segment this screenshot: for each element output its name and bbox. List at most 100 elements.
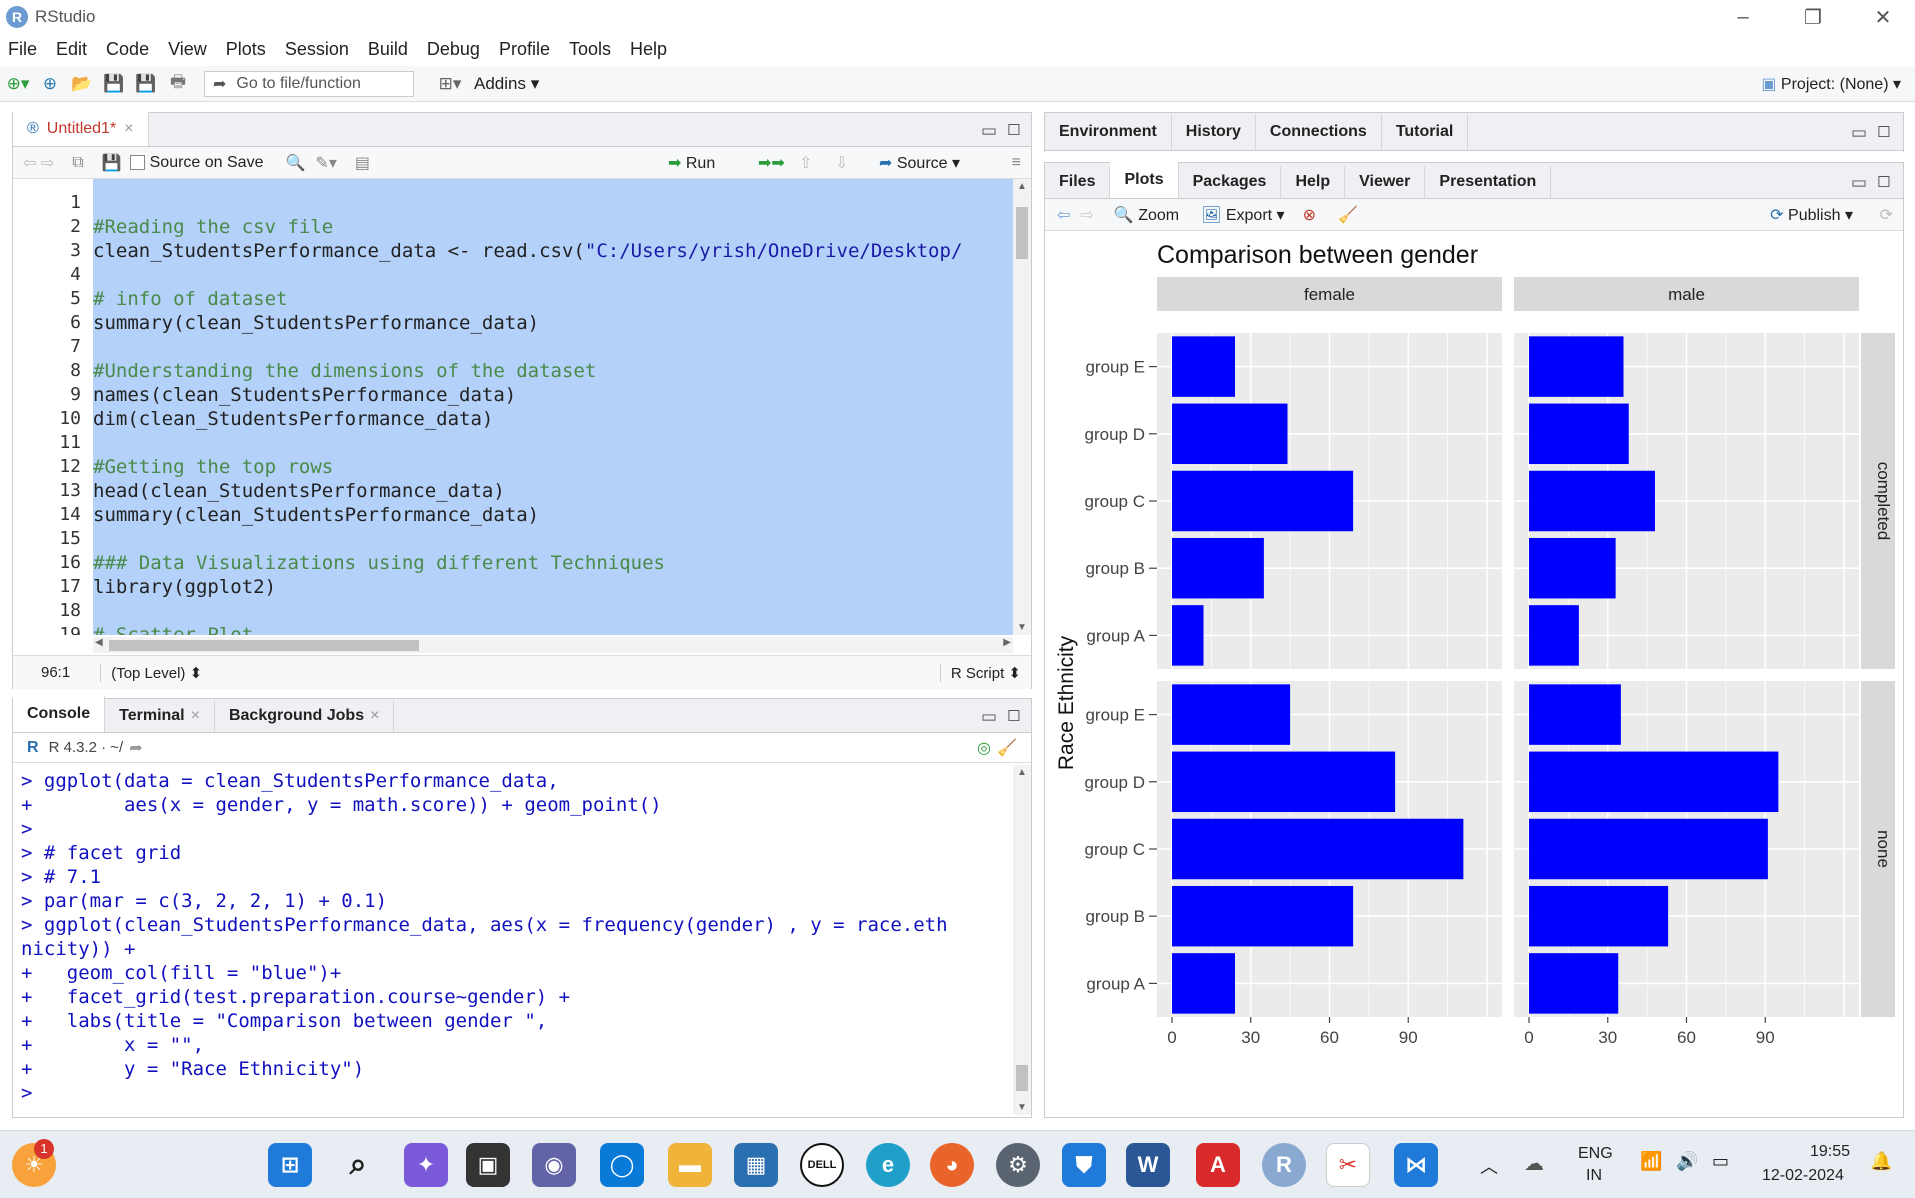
menu-file[interactable]: File — [8, 39, 37, 60]
addins-menu[interactable]: Addins ▾ — [474, 74, 539, 94]
menu-edit[interactable]: Edit — [56, 39, 87, 60]
menu-code[interactable]: Code — [106, 39, 149, 60]
menu-view[interactable]: View — [168, 39, 207, 60]
start-icon[interactable]: ⊞ — [268, 1143, 312, 1187]
new-project-icon[interactable]: ⊕ — [36, 71, 64, 97]
code-tools-icon[interactable]: ✎▾ — [315, 153, 336, 173]
tab-environment[interactable]: Environment — [1045, 114, 1172, 150]
menu-plots[interactable]: Plots — [226, 39, 266, 60]
copilot-icon[interactable]: ✦ — [404, 1143, 448, 1187]
clear-console-icon[interactable]: 🧹 — [997, 738, 1017, 758]
firefox-icon[interactable]: ◕ — [930, 1143, 974, 1187]
run-button[interactable]: ➡ Run — [668, 153, 715, 173]
tab-terminal[interactable]: Terminal × — [105, 700, 215, 732]
tab-packages[interactable]: Packages — [1179, 166, 1282, 198]
dell-icon[interactable]: DELL — [800, 1143, 844, 1187]
tab-plots[interactable]: Plots — [1110, 162, 1179, 198]
clock-date[interactable]: 12-02-2024 — [1762, 1167, 1844, 1185]
back-icon[interactable]: ⇦ ⇨ — [23, 153, 54, 173]
save-file-icon[interactable]: 💾 — [102, 153, 122, 173]
project-menu[interactable]: ▣ Project: (None) ▾ — [1761, 74, 1901, 94]
language-indicator[interactable]: ENG — [1578, 1145, 1613, 1163]
close-tab-icon[interactable]: × — [124, 120, 133, 138]
settings-icon[interactable]: ⚙ — [996, 1143, 1040, 1187]
file-explorer-icon[interactable]: ▬ — [668, 1143, 712, 1187]
tab-files[interactable]: Files — [1045, 166, 1111, 198]
export-button[interactable]: 🖼 Export ▾ — [1201, 205, 1285, 225]
tab-connections[interactable]: Connections — [1256, 114, 1382, 150]
outline-icon[interactable]: ≡ — [1012, 154, 1021, 172]
onedrive-icon[interactable]: ☁ — [1524, 1151, 1544, 1176]
rerun-icon[interactable]: ➡➡ — [758, 153, 785, 173]
scope-selector[interactable]: (Top Level) ⬍ — [100, 663, 202, 682]
menu-help[interactable]: Help — [630, 39, 667, 60]
code-editor[interactable]: 1234567891011121314151617181920 #Reading… — [13, 179, 1013, 635]
prev-plot-icon[interactable]: ⇦ — [1057, 205, 1070, 225]
snipping-tool-icon[interactable]: ✂ — [1326, 1143, 1370, 1187]
plots-maximize-icon[interactable]: ◻ — [1877, 171, 1891, 191]
grid-layout-icon[interactable]: ⊞▾ — [436, 71, 464, 97]
menu-session[interactable]: Session — [285, 39, 349, 60]
chunk-up-icon[interactable]: ⇧ — [799, 153, 812, 173]
cortana-icon[interactable]: ◯ — [600, 1143, 644, 1187]
menu-build[interactable]: Build — [368, 39, 408, 60]
clear-plots-icon[interactable]: 🧹 — [1338, 205, 1358, 225]
task-view-icon[interactable]: ▣ — [466, 1143, 510, 1187]
tab-presentation[interactable]: Presentation — [1425, 166, 1552, 198]
next-plot-icon[interactable]: ⇨ — [1080, 205, 1093, 225]
search-icon[interactable]: 🔍 — [285, 153, 305, 173]
tab-untitled1[interactable]: ® Untitled1* × — [13, 112, 149, 146]
tab-viewer[interactable]: Viewer — [1345, 166, 1426, 198]
goto-file-input[interactable]: ➦ Go to file/function — [204, 70, 414, 97]
menu-debug[interactable]: Debug — [427, 39, 480, 60]
tab-tutorial[interactable]: Tutorial — [1382, 114, 1469, 150]
menu-tools[interactable]: Tools — [569, 39, 611, 60]
tray-chevron-icon[interactable]: ︿ — [1480, 1153, 1498, 1179]
defender-icon[interactable]: ⛊ — [1062, 1143, 1106, 1187]
maximize-button[interactable]: ❐ — [1778, 0, 1848, 34]
tab-console[interactable]: Console — [13, 696, 106, 732]
close-tab-icon[interactable]: × — [191, 707, 200, 725]
console-maximize-icon[interactable]: ◻ — [1007, 705, 1021, 725]
chat-icon[interactable]: ◉ — [532, 1143, 576, 1187]
console-link-icon[interactable]: ➦ — [129, 738, 142, 758]
chunk-down-icon[interactable]: ⇩ — [835, 153, 848, 173]
console-minimize-icon[interactable]: ▭ — [981, 707, 997, 727]
editor-vscrollbar[interactable]: ▲ ▼ — [1013, 179, 1031, 635]
show-in-window-icon[interactable]: ⧉ — [72, 154, 83, 172]
edge-icon[interactable]: e — [866, 1143, 910, 1187]
notifications-bell-icon[interactable]: 🔔 — [1870, 1151, 1892, 1172]
close-button[interactable]: ✕ — [1848, 0, 1915, 34]
menu-profile[interactable]: Profile — [499, 39, 550, 60]
battery-icon[interactable]: ▭ — [1712, 1151, 1729, 1172]
env-maximize-icon[interactable]: ◻ — [1877, 121, 1891, 141]
publish-button[interactable]: ⟳ Publish ▾ — [1770, 205, 1853, 225]
wifi-icon[interactable]: 📶 — [1640, 1151, 1662, 1172]
compile-report-icon[interactable]: ▤ — [355, 153, 370, 173]
r-app-icon[interactable]: R — [1262, 1143, 1306, 1187]
vscode-icon[interactable]: ⋈ — [1394, 1143, 1438, 1187]
editor-hscrollbar[interactable]: ◀ ▶ — [93, 637, 1013, 653]
remove-plot-icon[interactable]: ⊗ — [1303, 205, 1316, 225]
console-output[interactable]: > ggplot(data = clean_StudentsPerformanc… — [21, 769, 948, 1105]
volume-icon[interactable]: 🔊 — [1676, 1151, 1698, 1172]
clock-time[interactable]: 19:55 — [1810, 1143, 1850, 1161]
minimize-button[interactable]: – — [1708, 0, 1778, 34]
tab-help[interactable]: Help — [1281, 166, 1346, 198]
new-file-icon[interactable]: ⊕▾ — [4, 71, 32, 97]
store-icon[interactable]: ▦ — [734, 1143, 778, 1187]
word-icon[interactable]: W — [1126, 1143, 1170, 1187]
zoom-button[interactable]: 🔍 Zoom — [1114, 205, 1179, 225]
tab-history[interactable]: History — [1172, 114, 1256, 150]
close-tab-icon[interactable]: × — [370, 707, 379, 725]
env-minimize-icon[interactable]: ▭ — [1851, 123, 1867, 143]
acrobat-icon[interactable]: A — [1196, 1143, 1240, 1187]
save-icon[interactable]: 💾 — [100, 71, 128, 97]
pane-maximize-icon[interactable]: ◻ — [1007, 119, 1021, 139]
source-on-save-checkbox[interactable] — [129, 155, 145, 170]
refresh-icon[interactable]: ⟳ — [1880, 205, 1893, 225]
save-all-icon[interactable]: 💾 — [132, 71, 160, 97]
file-type-selector[interactable]: R Script ⬍ — [939, 663, 1021, 682]
plots-minimize-icon[interactable]: ▭ — [1851, 173, 1867, 193]
pane-minimize-icon[interactable]: ▭ — [981, 121, 997, 141]
